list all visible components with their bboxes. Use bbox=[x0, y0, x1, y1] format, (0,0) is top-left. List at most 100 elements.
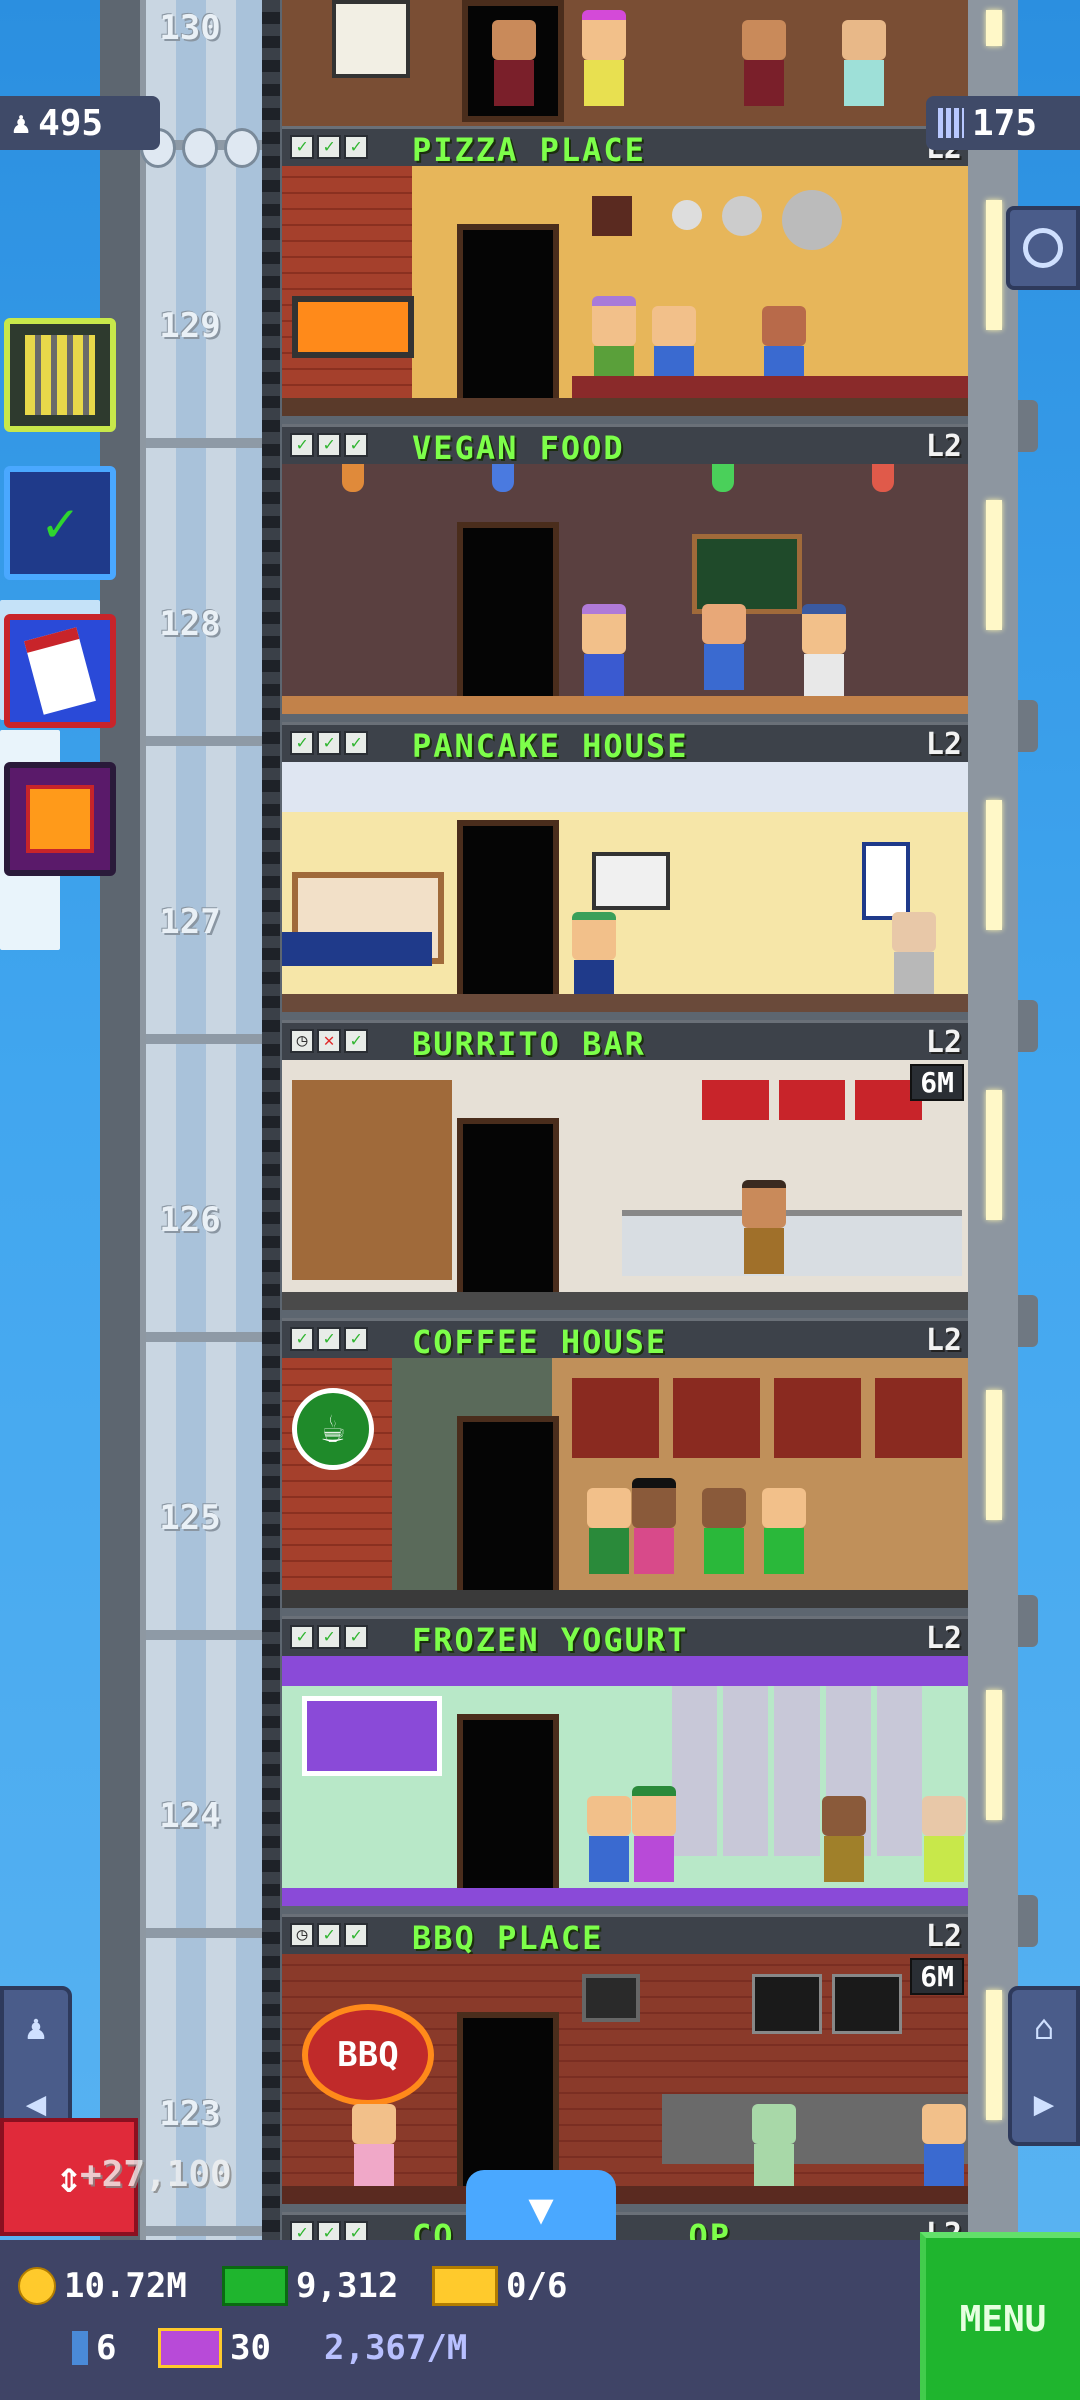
floor-level: L2 bbox=[925, 727, 962, 762]
status-checks: ✓ ✓ ✓ bbox=[290, 1327, 368, 1351]
visitor[interactable] bbox=[742, 1180, 786, 1274]
status-checks: ✓ ✓ ✓ bbox=[290, 731, 368, 755]
visitor[interactable] bbox=[892, 912, 936, 998]
visitor[interactable] bbox=[582, 604, 626, 700]
floor-bbq-place[interactable]: ◷ ✓ ✓ BBQ PLACE L2 BBQ 6M bbox=[282, 1914, 968, 2212]
up-down-arrows-icon: ⇕ bbox=[55, 2151, 83, 2203]
check-icon: ✓ bbox=[344, 135, 368, 159]
visitor[interactable] bbox=[632, 1786, 676, 1882]
room-interior[interactable] bbox=[282, 762, 968, 1012]
window-light bbox=[986, 800, 1002, 930]
visitor[interactable] bbox=[822, 1796, 866, 1882]
visitor[interactable] bbox=[702, 1488, 746, 1574]
gift-button[interactable] bbox=[4, 762, 116, 876]
chevron-right-icon: ▶ bbox=[1033, 2084, 1055, 2124]
floor-label-bar: ✓ ✓ ✓ PANCAKE HOUSE L2 bbox=[282, 722, 968, 765]
floor-level: L2 bbox=[925, 1919, 962, 1954]
visitor[interactable] bbox=[632, 1478, 676, 1574]
door[interactable] bbox=[457, 820, 559, 1008]
bux-value: 9,312 bbox=[296, 2266, 399, 2306]
room-interior[interactable]: BBQ bbox=[282, 1954, 968, 2204]
population-counter[interactable]: ♟ 495 bbox=[0, 96, 160, 150]
keys-counter[interactable]: 6 bbox=[72, 2328, 116, 2368]
room-interior[interactable] bbox=[282, 464, 968, 714]
window-light bbox=[986, 1390, 1002, 1520]
missions-button[interactable]: ✓ bbox=[4, 466, 116, 580]
calendar-button[interactable] bbox=[4, 614, 116, 728]
vip-icon bbox=[158, 2328, 222, 2368]
calendar-icon bbox=[24, 627, 96, 715]
zoom-button[interactable] bbox=[1006, 206, 1080, 290]
visitor[interactable] bbox=[572, 912, 616, 1006]
hanging-lamp bbox=[712, 464, 734, 492]
door[interactable] bbox=[457, 1714, 559, 1902]
floor-number: 127 bbox=[159, 902, 221, 942]
status-checks: ◷ ✓ ✓ bbox=[290, 1923, 368, 1947]
keys-value: 6 bbox=[96, 2328, 117, 2368]
income-rate: 2,367/M bbox=[324, 2328, 468, 2368]
menu-button[interactable]: MENU bbox=[920, 2232, 1080, 2400]
counter bbox=[572, 376, 968, 398]
visitor[interactable] bbox=[802, 604, 846, 700]
check-icon: ✓ bbox=[317, 1923, 341, 1947]
room-interior[interactable] bbox=[282, 166, 968, 416]
coins-value: 10.72M bbox=[64, 2266, 187, 2306]
wood-panel bbox=[292, 1080, 452, 1280]
floor-label-bar: ◷ ✕ ✓ BURRITO BAR L2 bbox=[282, 1020, 968, 1063]
visitor[interactable] bbox=[742, 20, 786, 106]
population-value: 495 bbox=[38, 102, 104, 144]
door[interactable] bbox=[457, 1118, 559, 1306]
window-light bbox=[986, 1090, 1002, 1220]
plates-display bbox=[592, 186, 892, 250]
visitor[interactable] bbox=[702, 604, 746, 690]
visitor[interactable] bbox=[352, 2104, 396, 2190]
bux-counter[interactable]: 9,312 bbox=[222, 2266, 398, 2306]
check-icon: ✓ bbox=[290, 433, 314, 457]
timer-badge: 6M bbox=[910, 1064, 964, 1101]
visitor[interactable] bbox=[922, 1796, 966, 1882]
check-icon: ✓ bbox=[317, 1327, 341, 1351]
hanging-lamp bbox=[342, 464, 364, 492]
wall-bump bbox=[1018, 1295, 1038, 1347]
floor-number: 126 bbox=[159, 1200, 221, 1240]
floor-130-room[interactable] bbox=[282, 0, 968, 126]
person-icon: ♟ bbox=[12, 105, 31, 141]
door[interactable] bbox=[457, 224, 559, 412]
visitor[interactable] bbox=[752, 2104, 796, 2190]
room-interior[interactable]: ☕ bbox=[282, 1358, 968, 1608]
visitor[interactable] bbox=[587, 1796, 631, 1882]
bottom-resource-bar: 10.72M 9,312 0/6 6 30 2,367/M bbox=[0, 2240, 1080, 2400]
visitor[interactable] bbox=[922, 2104, 966, 2190]
floor-frozen-yogurt[interactable]: ✓ ✓ ✓ FROZEN YOGURT L2 bbox=[282, 1616, 968, 1914]
floor-pancake-house[interactable]: ✓ ✓ ✓ PANCAKE HOUSE L2 bbox=[282, 722, 968, 1020]
scroll-down-button[interactable]: ▼ bbox=[466, 2170, 616, 2246]
floor-pizza-place[interactable]: ✓✓✓ PIZZA PLACE L2 bbox=[282, 126, 968, 424]
visitor[interactable] bbox=[587, 1488, 631, 1574]
vip-counter[interactable]: 30 bbox=[158, 2328, 271, 2368]
wall-art bbox=[332, 0, 410, 78]
room-interior[interactable] bbox=[282, 1060, 968, 1310]
floor-name: VEGAN FOOD bbox=[412, 429, 625, 467]
visitor[interactable] bbox=[492, 20, 536, 106]
build-floor-button[interactable] bbox=[4, 318, 116, 432]
next-floor-button[interactable]: ⌂ ▶ bbox=[1008, 1986, 1080, 2146]
clock-icon: ◷ bbox=[290, 1923, 314, 1947]
room-interior[interactable] bbox=[282, 1656, 968, 1906]
tickets-counter[interactable]: 0/6 bbox=[432, 2266, 567, 2306]
door[interactable] bbox=[457, 522, 559, 710]
floor-burrito-bar[interactable]: ◷ ✕ ✓ BURRITO BAR L2 6M bbox=[282, 1020, 968, 1318]
room-floor bbox=[282, 1888, 968, 1906]
visitor[interactable] bbox=[842, 20, 886, 106]
door[interactable] bbox=[457, 1416, 559, 1604]
floor-name: BURRITO BAR bbox=[412, 1025, 646, 1063]
floors-counter[interactable]: 175 bbox=[926, 96, 1080, 150]
wall-bump bbox=[1018, 1000, 1038, 1052]
visitor[interactable] bbox=[762, 1488, 806, 1574]
visitor[interactable] bbox=[582, 10, 626, 106]
pizza-oven bbox=[292, 296, 414, 358]
coins-counter[interactable]: 10.72M bbox=[18, 2266, 187, 2306]
floor-number: 123 bbox=[159, 2094, 221, 2134]
floor-vegan-food[interactable]: ✓ ✓ ✓ VEGAN FOOD L2 bbox=[282, 424, 968, 722]
window-light bbox=[986, 10, 1002, 46]
floor-coffee-house[interactable]: ✓ ✓ ✓ COFFEE HOUSE L2 ☕ bbox=[282, 1318, 968, 1616]
